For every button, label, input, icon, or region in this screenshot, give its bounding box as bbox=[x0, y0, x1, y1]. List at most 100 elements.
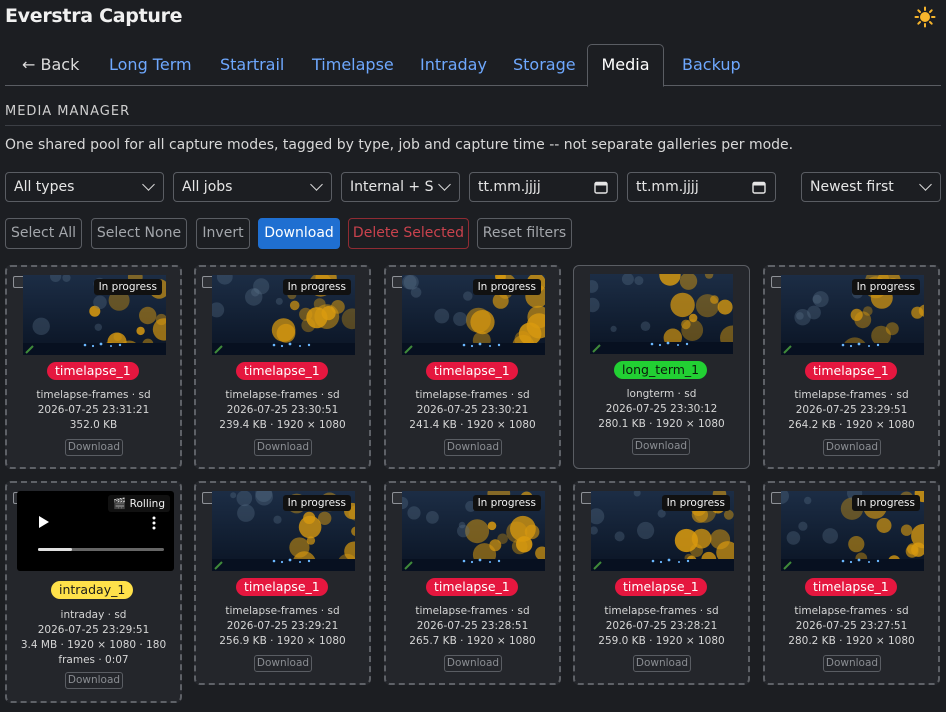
sun-icon[interactable] bbox=[914, 6, 936, 28]
media-type: timelapse-frames · sd bbox=[604, 605, 719, 617]
card-download-button[interactable]: Download bbox=[823, 655, 881, 672]
storage-filter-value: Internal + S bbox=[350, 179, 434, 195]
back-link[interactable]: ← Back bbox=[10, 44, 91, 86]
tab-timelapse[interactable]: Timelapse bbox=[300, 44, 406, 86]
job-tag[interactable]: timelapse_1 bbox=[236, 362, 328, 380]
card-download-button[interactable]: Download bbox=[444, 655, 502, 672]
file-info: 265.7 KB · 1920 × 1080 bbox=[409, 635, 536, 647]
section-description: One shared pool for all capture modes, t… bbox=[5, 137, 794, 153]
video-progress-track[interactable] bbox=[38, 548, 164, 551]
media-type: timelapse-frames · sd bbox=[415, 605, 530, 617]
in-progress-badge: In progress bbox=[851, 495, 920, 511]
sort-select[interactable]: Newest first bbox=[801, 172, 941, 202]
file-info: 3.4 MB · 1920 × 1080 · 180 bbox=[20, 639, 167, 651]
date-to-input[interactable]: tt.mm.jjjj bbox=[627, 172, 776, 202]
job-tag[interactable]: timelapse_1 bbox=[805, 362, 897, 380]
calendar-icon bbox=[594, 181, 608, 194]
media-card[interactable]: In progress timelapse_1 timelapse-frames… bbox=[194, 265, 371, 469]
card-download-button[interactable]: Download bbox=[254, 439, 312, 456]
chevron-down-icon bbox=[310, 178, 323, 191]
tab-backup[interactable]: Backup bbox=[670, 44, 753, 86]
media-type: timelapse-frames · sd bbox=[225, 389, 340, 401]
media-card[interactable]: In progress timelapse_1 timelapse-frames… bbox=[194, 481, 371, 685]
job-tag[interactable]: timelapse_1 bbox=[805, 578, 897, 596]
media-card[interactable]: long_term_1 longterm · sd 2026-07-25 23:… bbox=[573, 265, 750, 469]
select-none-button[interactable]: Select None bbox=[91, 218, 187, 249]
select-all-button[interactable]: Select All bbox=[5, 218, 82, 249]
file-info: 280.2 KB · 1920 × 1080 bbox=[788, 635, 915, 647]
file-info: 264.2 KB · 1920 × 1080 bbox=[788, 419, 915, 431]
tab-intraday[interactable]: Intraday bbox=[408, 44, 499, 86]
media-thumbnail[interactable]: In progress bbox=[781, 275, 924, 355]
video-progress-fill bbox=[38, 548, 73, 551]
file-info: 239.4 KB · 1920 × 1080 bbox=[219, 419, 346, 431]
media-card[interactable]: In progress timelapse_1 timelapse-frames… bbox=[763, 481, 940, 685]
main-nav: ← Back Long Term Startrail Timelapse Int… bbox=[5, 44, 941, 87]
chevron-down-icon bbox=[919, 178, 932, 191]
file-info: 256.9 KB · 1920 × 1080 bbox=[219, 635, 346, 647]
play-icon[interactable] bbox=[39, 516, 49, 528]
card-download-button[interactable]: Download bbox=[65, 439, 123, 456]
media-card[interactable]: 🎬 Rolling intraday_1 intraday · sd 2026-… bbox=[5, 481, 182, 703]
in-progress-badge: In progress bbox=[472, 495, 541, 511]
tab-startrail[interactable]: Startrail bbox=[208, 44, 296, 86]
in-progress-badge: In progress bbox=[472, 279, 541, 295]
card-download-button[interactable]: Download bbox=[632, 438, 690, 455]
media-card[interactable]: In progress timelapse_1 timelapse-frames… bbox=[763, 265, 940, 469]
card-download-button[interactable]: Download bbox=[823, 439, 881, 456]
card-download-button[interactable]: Download bbox=[633, 655, 691, 672]
storage-filter-select[interactable]: Internal + S bbox=[341, 172, 460, 202]
in-progress-badge: In progress bbox=[661, 495, 730, 511]
download-button[interactable]: Download bbox=[258, 218, 340, 249]
job-tag[interactable]: timelapse_1 bbox=[47, 362, 139, 380]
section-title: MEDIA MANAGER bbox=[5, 104, 131, 119]
job-tag[interactable]: intraday_1 bbox=[51, 581, 134, 599]
card-download-button[interactable]: Download bbox=[254, 655, 312, 672]
tab-long-term[interactable]: Long Term bbox=[97, 44, 204, 86]
app-title: Everstra Capture bbox=[5, 5, 183, 27]
media-thumbnail[interactable]: In progress bbox=[402, 275, 545, 355]
job-tag[interactable]: timelapse_1 bbox=[426, 578, 518, 596]
capture-time: 2026-07-25 23:29:51 bbox=[795, 404, 908, 416]
reset-filters-button[interactable]: Reset filters bbox=[477, 218, 572, 249]
in-progress-badge: In progress bbox=[282, 279, 351, 295]
invert-button[interactable]: Invert bbox=[196, 218, 250, 249]
job-tag[interactable]: timelapse_1 bbox=[426, 362, 518, 380]
chevron-down-icon bbox=[438, 178, 451, 191]
capture-time: 2026-07-25 23:31:21 bbox=[37, 404, 150, 416]
media-thumbnail[interactable]: In progress bbox=[402, 491, 545, 571]
file-info: 352.0 KB bbox=[69, 419, 118, 431]
media-card[interactable]: In progress timelapse_1 timelapse-frames… bbox=[384, 481, 561, 685]
tab-storage[interactable]: Storage bbox=[501, 44, 588, 86]
media-thumbnail[interactable] bbox=[590, 274, 733, 354]
media-thumbnail[interactable]: In progress bbox=[23, 275, 166, 355]
media-card[interactable]: In progress timelapse_1 timelapse-frames… bbox=[5, 265, 182, 469]
date-from-input[interactable]: tt.mm.jjjj bbox=[469, 172, 618, 202]
media-thumbnail[interactable]: In progress bbox=[212, 491, 355, 571]
file-info-continued: frames · 0:07 bbox=[58, 654, 129, 666]
card-download-button[interactable]: Download bbox=[444, 439, 502, 456]
capture-time: 2026-07-25 23:29:51 bbox=[37, 624, 150, 636]
media-type: timelapse-frames · sd bbox=[794, 605, 909, 617]
job-filter-select[interactable]: All jobs bbox=[173, 172, 332, 202]
media-thumbnail[interactable]: In progress bbox=[212, 275, 355, 355]
media-thumbnail[interactable]: In progress bbox=[781, 491, 924, 571]
in-progress-badge: In progress bbox=[282, 495, 351, 511]
media-card[interactable]: In progress timelapse_1 timelapse-frames… bbox=[384, 265, 561, 469]
media-card[interactable]: In progress timelapse_1 timelapse-frames… bbox=[573, 481, 750, 685]
delete-selected-button[interactable]: Delete Selected bbox=[348, 218, 469, 249]
video-player[interactable]: 🎬 Rolling bbox=[17, 491, 174, 571]
app-header: Everstra Capture bbox=[0, 0, 946, 34]
card-download-button[interactable]: Download bbox=[65, 672, 123, 689]
media-thumbnail[interactable]: In progress bbox=[591, 491, 734, 571]
more-vertical-icon[interactable] bbox=[152, 516, 156, 530]
media-type: timelapse-frames · sd bbox=[36, 389, 151, 401]
capture-time: 2026-07-25 23:30:21 bbox=[416, 404, 529, 416]
tab-media[interactable]: Media bbox=[587, 44, 664, 87]
job-tag[interactable]: timelapse_1 bbox=[236, 578, 328, 596]
job-tag[interactable]: timelapse_1 bbox=[615, 578, 707, 596]
night-sky-thumbnail bbox=[590, 274, 733, 354]
job-tag[interactable]: long_term_1 bbox=[614, 361, 708, 379]
type-filter-select[interactable]: All types bbox=[5, 172, 164, 202]
media-type: timelapse-frames · sd bbox=[415, 389, 530, 401]
